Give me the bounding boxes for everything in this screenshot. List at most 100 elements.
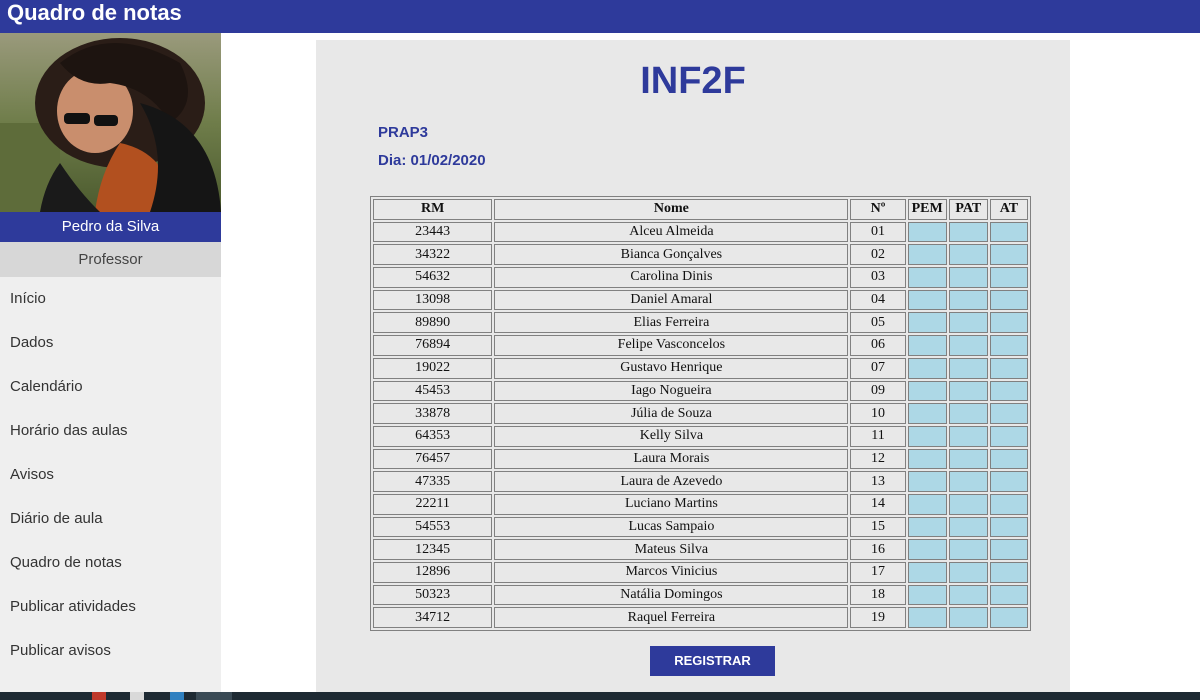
cell-numero: 17 <box>850 562 906 583</box>
grade-input-at[interactable] <box>989 403 1028 424</box>
grade-input-pem[interactable] <box>907 471 947 492</box>
grade-input-at[interactable] <box>989 357 1028 379</box>
sidebar-item-quadro-de-notas[interactable]: Quadro de notas <box>0 541 221 585</box>
sidebar-item-calendario[interactable]: Calendário <box>0 365 221 409</box>
table-row: 54632 Carolina Dinis 03 <box>373 267 1028 288</box>
grade-input-pat[interactable] <box>948 357 988 379</box>
grade-input-pat[interactable] <box>948 289 988 311</box>
grade-input-pem[interactable] <box>907 448 947 470</box>
cell-rm: 34712 <box>373 607 493 629</box>
cell-nome: Natália Domingos <box>494 584 849 606</box>
subject-label: PRAP3 <box>378 124 429 141</box>
grade-input-pat[interactable] <box>948 607 988 629</box>
grade-input-pem[interactable] <box>907 516 947 538</box>
grade-input-pat[interactable] <box>948 335 988 356</box>
grade-input-pat[interactable] <box>948 539 988 560</box>
cell-numero: 10 <box>850 403 906 424</box>
sidebar: Pedro da Silva Professor Início Dados Ca… <box>0 33 221 693</box>
cell-nome: Mateus Silva <box>494 539 849 560</box>
class-title: INF2F <box>640 60 746 102</box>
grade-input-pat[interactable] <box>948 425 988 447</box>
taskbar-app-icon[interactable] <box>92 692 106 700</box>
grade-input-at[interactable] <box>989 221 1028 243</box>
grade-input-pat[interactable] <box>948 584 988 606</box>
grade-input-pem[interactable] <box>907 267 947 288</box>
grade-input-pat[interactable] <box>948 267 988 288</box>
table-row: 23443 Alceu Almeida 01 <box>373 221 1028 243</box>
grade-input-at[interactable] <box>989 471 1028 492</box>
sidebar-item-diario-de-aula[interactable]: Diário de aula <box>0 497 221 541</box>
cell-numero: 01 <box>850 221 906 243</box>
grade-input-at[interactable] <box>989 335 1028 356</box>
cell-numero: 05 <box>850 312 906 334</box>
grade-input-at[interactable] <box>989 380 1028 402</box>
grade-input-at[interactable] <box>989 312 1028 334</box>
cell-rm: 76894 <box>373 335 493 356</box>
taskbar-app-icon[interactable] <box>170 692 184 700</box>
column-header-nome: Nome <box>494 199 849 220</box>
cell-nome: Gustavo Henrique <box>494 357 849 379</box>
sidebar-item-publicar-atividades[interactable]: Publicar atividades <box>0 585 221 629</box>
grade-input-at[interactable] <box>989 448 1028 470</box>
grade-input-pat[interactable] <box>948 244 988 266</box>
grade-input-pem[interactable] <box>907 312 947 334</box>
grade-input-pem[interactable] <box>907 244 947 266</box>
grade-input-pat[interactable] <box>948 448 988 470</box>
grade-input-pat[interactable] <box>948 471 988 492</box>
grade-input-pem[interactable] <box>907 221 947 243</box>
grade-input-pat[interactable] <box>948 562 988 583</box>
sidebar-item-horario-das-aulas[interactable]: Horário das aulas <box>0 409 221 453</box>
cell-rm: 23443 <box>373 221 493 243</box>
grade-input-pat[interactable] <box>948 403 988 424</box>
cell-nome: Alceu Almeida <box>494 221 849 243</box>
cell-numero: 13 <box>850 471 906 492</box>
grade-input-pem[interactable] <box>907 289 947 311</box>
cell-rm: 12345 <box>373 539 493 560</box>
grade-input-pem[interactable] <box>907 493 947 515</box>
grade-input-at[interactable] <box>989 244 1028 266</box>
cell-numero: 18 <box>850 584 906 606</box>
grade-input-pem[interactable] <box>907 403 947 424</box>
column-header-pem: PEM <box>907 199 947 220</box>
cell-rm: 64353 <box>373 425 493 447</box>
grade-input-at[interactable] <box>989 516 1028 538</box>
grade-input-pat[interactable] <box>948 493 988 515</box>
grade-input-pat[interactable] <box>948 312 988 334</box>
grade-input-at[interactable] <box>989 267 1028 288</box>
grade-input-pem[interactable] <box>907 357 947 379</box>
taskbar-app-icon[interactable] <box>130 692 144 700</box>
cell-nome: Laura de Azevedo <box>494 471 849 492</box>
grade-input-pat[interactable] <box>948 221 988 243</box>
column-header-rm: RM <box>373 199 493 220</box>
register-button[interactable]: REGISTRAR <box>650 646 775 676</box>
cell-rm: 45453 <box>373 380 493 402</box>
grade-input-pat[interactable] <box>948 380 988 402</box>
grades-table: RM Nome Nº PEM PAT AT 23443 Alceu Almeida… <box>370 196 1031 632</box>
grade-input-pem[interactable] <box>907 425 947 447</box>
grade-input-at[interactable] <box>989 493 1028 515</box>
grade-input-pem[interactable] <box>907 539 947 560</box>
grade-input-pem[interactable] <box>907 584 947 606</box>
grade-input-pem[interactable] <box>907 335 947 356</box>
taskbar-app-icon[interactable] <box>196 692 232 700</box>
grade-input-at[interactable] <box>989 539 1028 560</box>
sidebar-item-dados[interactable]: Dados <box>0 321 221 365</box>
sidebar-item-publicar-avisos[interactable]: Publicar avisos <box>0 629 221 673</box>
cell-nome: Lucas Sampaio <box>494 516 849 538</box>
cell-numero: 12 <box>850 448 906 470</box>
column-header-numero: Nº <box>850 199 906 220</box>
grade-input-pem[interactable] <box>907 607 947 629</box>
cell-nome: Júlia de Souza <box>494 403 849 424</box>
grade-input-pem[interactable] <box>907 380 947 402</box>
user-role: Professor <box>0 242 221 277</box>
grade-input-at[interactable] <box>989 425 1028 447</box>
grade-input-at[interactable] <box>989 289 1028 311</box>
grade-input-at[interactable] <box>989 562 1028 583</box>
sidebar-item-inicio[interactable]: Início <box>0 277 221 321</box>
grade-input-pem[interactable] <box>907 562 947 583</box>
grade-input-at[interactable] <box>989 584 1028 606</box>
sidebar-item-avisos[interactable]: Avisos <box>0 453 221 497</box>
grade-input-at[interactable] <box>989 607 1028 629</box>
table-row: 54553 Lucas Sampaio 15 <box>373 516 1028 538</box>
grade-input-pat[interactable] <box>948 516 988 538</box>
